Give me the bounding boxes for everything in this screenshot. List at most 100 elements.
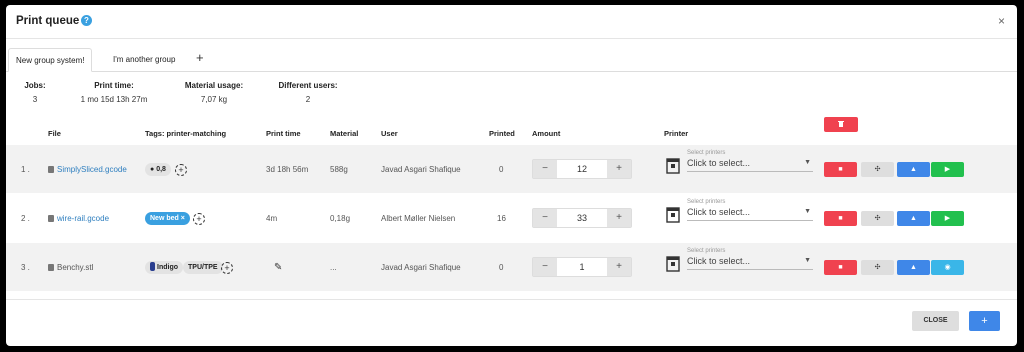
file-name: wire-rail.gcode — [57, 214, 110, 223]
move-handle-button[interactable]: ✣ — [861, 260, 894, 275]
tag-new-bed[interactable]: New bed × — [145, 212, 190, 225]
row-index: 1 . — [21, 165, 30, 174]
start-print-button[interactable]: ▶ — [931, 211, 964, 226]
printer-icon — [666, 256, 680, 272]
printer-select[interactable]: Click to select... ▼ — [687, 207, 813, 221]
amount-stepper: − 1 + — [532, 257, 632, 277]
stat-users-value: 2 — [305, 95, 311, 104]
decrement-button[interactable]: − — [533, 209, 557, 227]
modal-title: Print queue — [16, 15, 80, 27]
caret-down-icon: ▼ — [804, 159, 811, 166]
column-file: File — [48, 129, 61, 138]
increment-button[interactable]: + — [607, 209, 631, 227]
stat-material-usage: Material usage: 7,07 kg — [178, 81, 250, 104]
user: Javad Asgari Shafique — [381, 165, 461, 174]
add-group-icon[interactable]: + — [196, 50, 204, 65]
file-link[interactable]: wire-rail.gcode — [48, 214, 109, 223]
tag-label: 0,8 — [156, 166, 166, 173]
user: Javad Asgari Shafique — [381, 263, 461, 272]
select-printers-label: Select printers — [687, 150, 726, 156]
increment-button[interactable]: + — [607, 160, 631, 178]
printer-select[interactable]: Click to select... ▼ — [687, 256, 813, 270]
amount-input[interactable]: 1 — [557, 258, 607, 276]
printer-icon — [666, 207, 680, 223]
column-user: User — [381, 129, 398, 138]
decrement-button[interactable]: − — [533, 258, 557, 276]
stat-print-time: Print time: 1 mo 15d 13h 27m — [74, 81, 154, 104]
caret-down-icon: ▼ — [804, 208, 811, 215]
file-icon — [48, 166, 54, 173]
select-printers-label: Select printers — [687, 199, 726, 205]
stat-users-label: Different users: — [278, 81, 338, 90]
add-tag-icon[interactable]: + — [193, 213, 205, 225]
tag-nozzle[interactable]: ● 0,8 — [145, 163, 171, 176]
file-name-cell: Benchy.stl — [48, 263, 93, 272]
table-row: 3 . Benchy.stl Indigo TPU/TPE + ✎ ... Ja… — [6, 243, 1017, 291]
file-icon — [48, 264, 54, 271]
printer-icon — [666, 158, 680, 174]
print-queue-modal: Print queue ? × New group system! I'm an… — [6, 5, 1017, 346]
printed-count: 16 — [497, 214, 506, 223]
file-name: Benchy.stl — [57, 263, 94, 272]
start-print-button[interactable]: ▶ — [931, 162, 964, 177]
filament-color-swatch — [150, 262, 155, 271]
material: 0,18g — [330, 214, 351, 223]
tag-tpu-tpe[interactable]: TPU/TPE — [183, 261, 223, 274]
trash-icon — [838, 121, 844, 127]
stat-material-value: 7,07 kg — [200, 95, 228, 104]
file-link[interactable]: SimplySliced.gcode — [48, 165, 127, 174]
material: 588g — [330, 165, 348, 174]
material: ... — [330, 263, 337, 272]
column-print-time: Print time — [266, 129, 301, 138]
amount-input[interactable]: 12 — [557, 160, 607, 178]
add-tag-icon[interactable]: + — [221, 262, 233, 274]
printer-select[interactable]: Click to select... ▼ — [687, 158, 813, 172]
amount-input[interactable]: 33 — [557, 209, 607, 227]
decrement-button[interactable]: − — [533, 160, 557, 178]
tag-label: Indigo — [157, 264, 178, 271]
caret-down-icon: ▼ — [804, 257, 811, 264]
slice-button[interactable]: ◉ — [931, 260, 964, 275]
print-time: 3d 18h 56m — [266, 165, 309, 174]
tag-indigo[interactable]: Indigo — [145, 261, 183, 274]
printed-count: 0 — [499, 165, 504, 174]
delete-all-button[interactable] — [824, 117, 858, 132]
stat-material-label: Material usage: — [184, 81, 244, 90]
delete-button[interactable]: ■ — [824, 260, 857, 275]
move-handle-button[interactable]: ✣ — [861, 162, 894, 177]
printed-count: 0 — [499, 263, 504, 272]
amount-stepper: − 33 + — [532, 208, 632, 228]
printer-select-value: Click to select... — [687, 207, 751, 217]
column-amount: Amount — [532, 129, 561, 138]
column-printer: Printer — [664, 129, 689, 138]
delete-button[interactable]: ■ — [824, 211, 857, 226]
tab-new-group-system[interactable]: New group system! — [8, 48, 93, 72]
increment-button[interactable]: + — [607, 258, 631, 276]
file-icon — [48, 215, 54, 222]
upload-button[interactable]: ▲ — [897, 211, 930, 226]
select-printers-label: Select printers — [687, 248, 726, 254]
add-job-button[interactable]: + — [969, 311, 1000, 331]
modal-header: Print queue ? × — [6, 5, 1017, 39]
add-tag-icon[interactable]: + — [175, 164, 187, 176]
print-time: 4m — [266, 214, 278, 223]
stat-print-time-value: 1 mo 15d 13h 27m — [80, 95, 148, 104]
move-handle-button[interactable]: ✣ — [861, 211, 894, 226]
modal-footer: CLOSE + — [6, 299, 1017, 346]
row-index: 2 . — [21, 214, 30, 223]
edit-icon[interactable]: ✎ — [274, 262, 282, 273]
group-tabs: New group system! I'm another group + — [6, 48, 1017, 72]
help-icon[interactable]: ? — [81, 15, 92, 26]
printer-select-value: Click to select... — [687, 158, 751, 168]
amount-stepper: − 12 + — [532, 159, 632, 179]
tab-another-group[interactable]: I'm another group — [106, 48, 182, 72]
upload-button[interactable]: ▲ — [897, 162, 930, 177]
stat-jobs-label: Jobs: — [24, 81, 46, 90]
table-row: 1 . SimplySliced.gcode ● 0,8 + 3d 18h 56… — [6, 145, 1017, 193]
file-name: SimplySliced.gcode — [57, 165, 127, 174]
delete-button[interactable]: ■ — [824, 162, 857, 177]
close-button[interactable]: CLOSE — [912, 311, 959, 331]
table-row: 2 . wire-rail.gcode New bed × + 4m 0,18g… — [6, 194, 1017, 242]
close-icon[interactable]: × — [998, 14, 1005, 28]
upload-button[interactable]: ▲ — [897, 260, 930, 275]
